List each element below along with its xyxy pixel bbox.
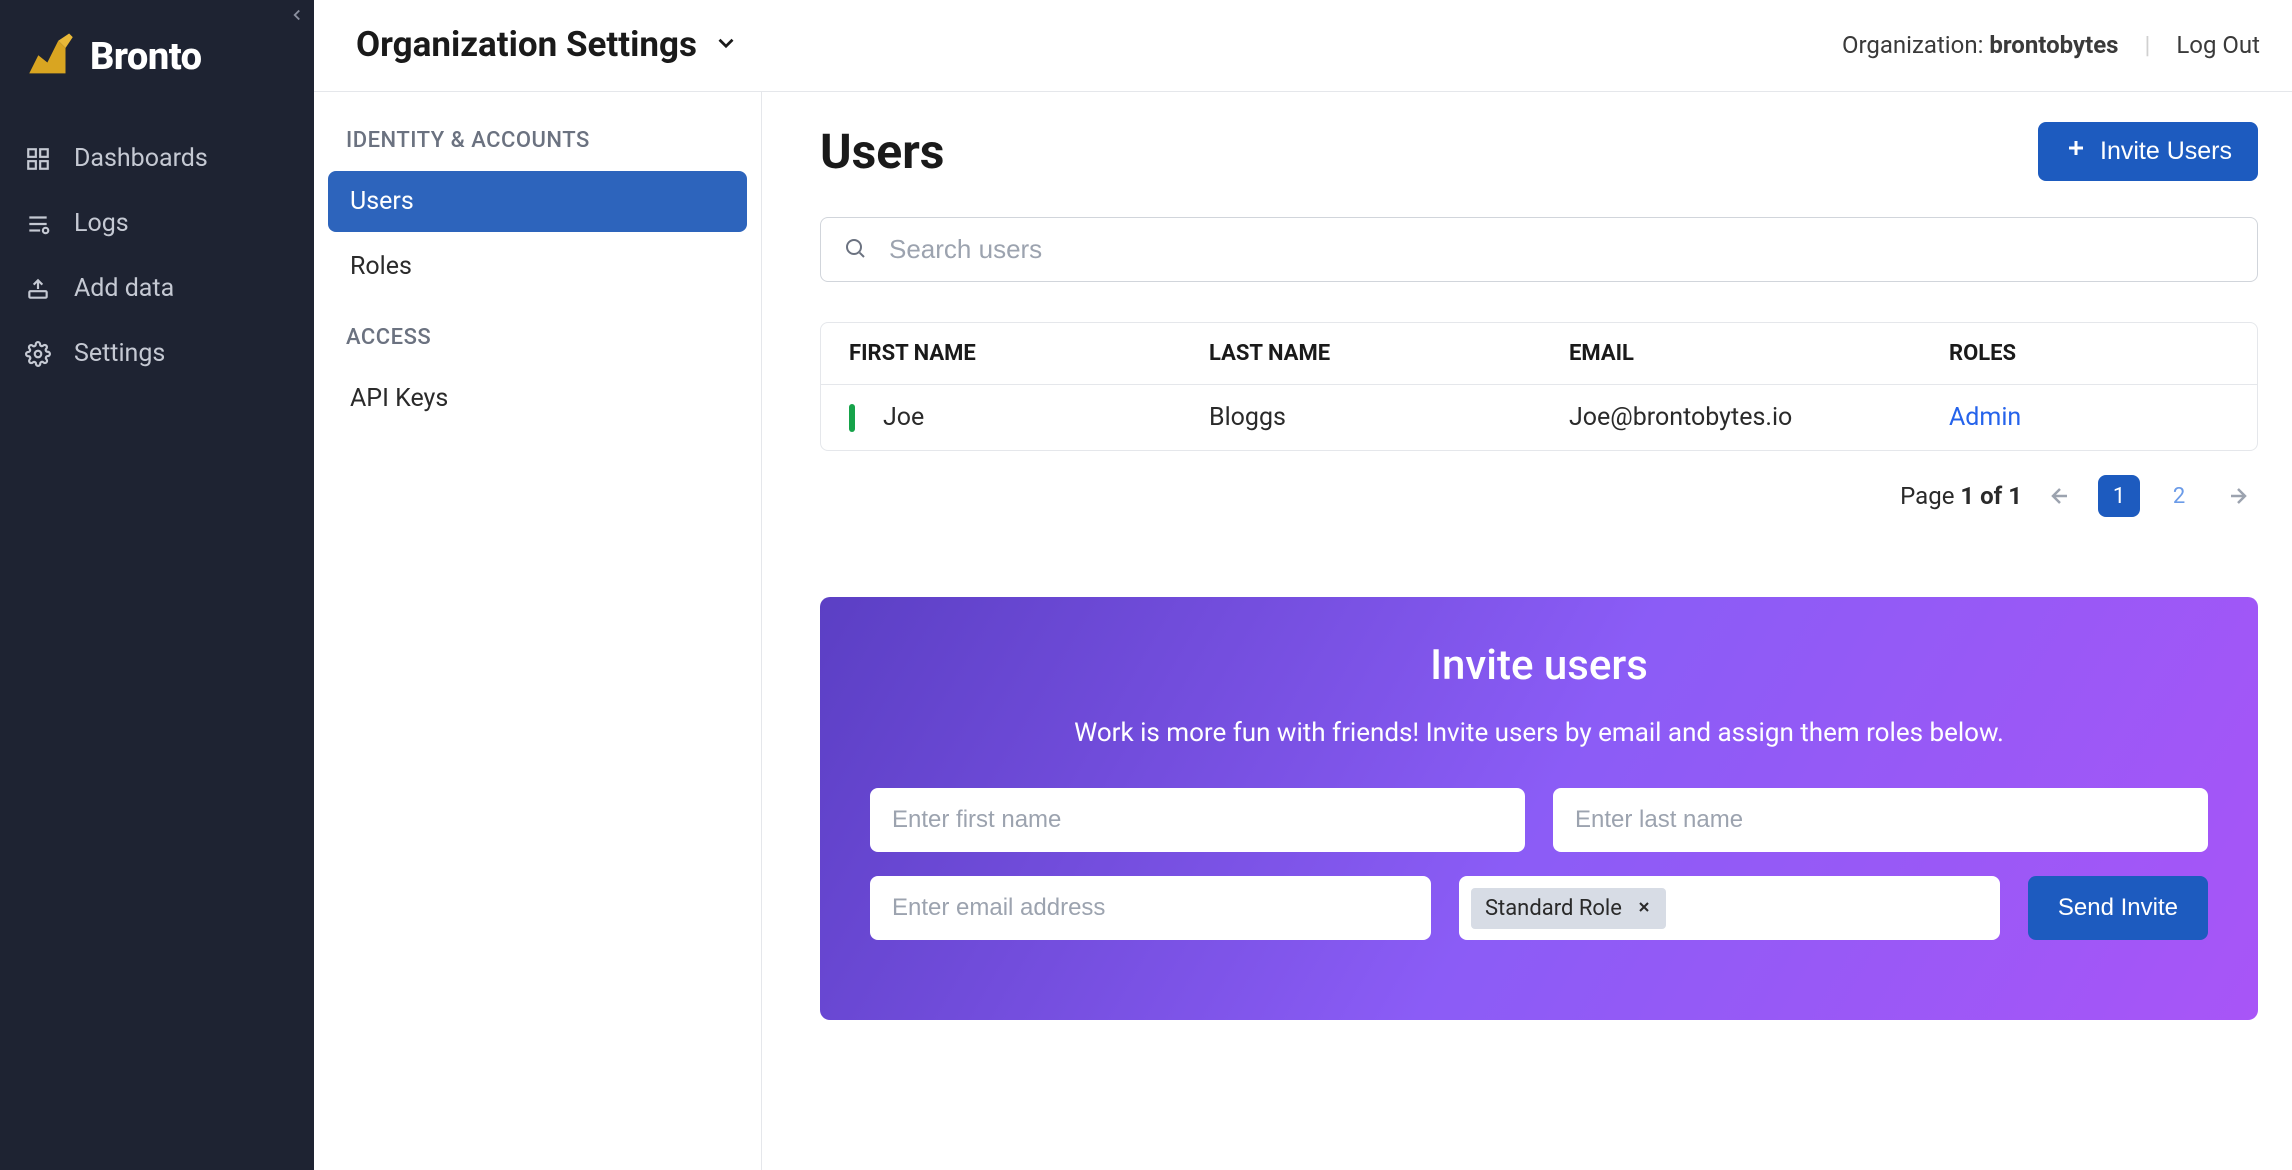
page-breadcrumb[interactable]: Organization Settings <box>356 24 739 65</box>
send-invite-button[interactable]: Send Invite <box>2028 876 2208 940</box>
sidebar-item-label: Settings <box>74 339 165 368</box>
sidebar-item-dashboards[interactable]: Dashboards <box>0 126 314 191</box>
invite-users-panel: Invite users Work is more fun with frien… <box>820 597 2258 1020</box>
sidebar-item-label: Dashboards <box>74 144 208 173</box>
th-last-name: LAST NAME <box>1209 341 1569 366</box>
top-header: Organization Settings Organization: bron… <box>314 0 2292 92</box>
role-chip-label: Standard Role <box>1485 896 1622 921</box>
search-input[interactable] <box>889 234 2235 265</box>
settings-group-access: ACCESS <box>328 315 747 368</box>
page-title: Users <box>820 123 944 180</box>
last-name-input[interactable] <box>1553 788 2208 852</box>
logout-link[interactable]: Log Out <box>2176 31 2260 59</box>
divider: | <box>2145 31 2151 59</box>
th-first-name: FIRST NAME <box>849 341 1209 366</box>
first-name-input[interactable] <box>870 788 1525 852</box>
pagination-page-2[interactable]: 2 <box>2158 475 2200 517</box>
logs-icon <box>24 211 52 237</box>
search-users-field[interactable] <box>820 217 2258 282</box>
email-input[interactable] <box>870 876 1431 940</box>
brand-name: Bronto <box>90 35 202 79</box>
table-header: FIRST NAME LAST NAME EMAIL ROLES <box>821 323 2257 385</box>
cell-last-name: Bloggs <box>1209 403 1569 432</box>
organization-indicator: Organization: brontobytes <box>1842 31 2119 59</box>
cell-role-link[interactable]: Admin <box>1949 403 2229 432</box>
org-name: brontobytes <box>1989 31 2118 59</box>
bronto-logo-icon <box>22 28 80 86</box>
settings-group-identity: IDENTITY & ACCOUNTS <box>328 118 747 171</box>
status-indicator <box>849 404 855 432</box>
sidebar-item-logs[interactable]: Logs <box>0 191 314 256</box>
pagination-prev-button[interactable] <box>2040 476 2080 516</box>
cell-first-name: Joe <box>883 403 924 432</box>
settings-sidebar: IDENTITY & ACCOUNTS Users Roles ACCESS A… <box>314 92 762 1170</box>
cell-email: Joe@brontobytes.io <box>1569 403 1949 432</box>
dashboards-icon <box>24 146 52 172</box>
collapse-sidebar-button[interactable] <box>288 6 306 28</box>
sidebar-item-label: Logs <box>74 209 129 238</box>
primary-sidebar: Bronto Dashboards Logs Add data Settings <box>0 0 314 1170</box>
invite-title: Invite users <box>870 641 2208 690</box>
invite-users-button[interactable]: Invite Users <box>2038 122 2258 181</box>
search-icon <box>843 236 867 264</box>
button-label: Invite Users <box>2100 137 2232 166</box>
close-icon[interactable] <box>1636 896 1652 921</box>
th-roles: ROLES <box>1949 341 2229 366</box>
th-email: EMAIL <box>1569 341 1949 366</box>
gear-icon <box>24 341 52 367</box>
header-title: Organization Settings <box>356 24 697 65</box>
invite-subtitle: Work is more fun with friends! Invite us… <box>870 718 2208 748</box>
chevron-down-icon <box>713 24 739 65</box>
add-data-icon <box>24 276 52 302</box>
users-table: FIRST NAME LAST NAME EMAIL ROLES Joe Blo… <box>820 322 2258 451</box>
settings-item-roles[interactable]: Roles <box>328 236 747 297</box>
brand-logo[interactable]: Bronto <box>0 0 314 126</box>
settings-item-users[interactable]: Users <box>328 171 747 232</box>
role-chip[interactable]: Standard Role <box>1471 888 1666 929</box>
sidebar-item-label: Add data <box>74 274 174 303</box>
table-row[interactable]: Joe Bloggs Joe@brontobytes.io Admin <box>821 385 2257 450</box>
pagination-next-button[interactable] <box>2218 476 2258 516</box>
plus-icon <box>2064 136 2088 167</box>
pagination: Page 1 of 1 1 2 <box>820 475 2258 517</box>
role-select[interactable]: Standard Role <box>1459 876 2000 940</box>
sidebar-item-add-data[interactable]: Add data <box>0 256 314 321</box>
settings-item-api-keys[interactable]: API Keys <box>328 368 747 429</box>
main-content: Users Invite Users <box>762 92 2292 1170</box>
org-label: Organization: <box>1842 31 1989 59</box>
pagination-label: Page 1 of 1 <box>1900 482 2022 510</box>
sidebar-item-settings[interactable]: Settings <box>0 321 314 386</box>
pagination-page-1[interactable]: 1 <box>2098 475 2140 517</box>
